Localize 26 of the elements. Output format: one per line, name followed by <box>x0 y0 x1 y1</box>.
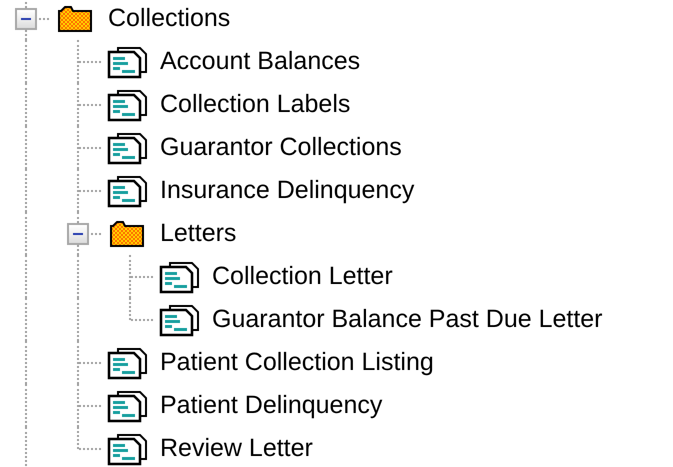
tree-item[interactable]: Collections <box>108 4 230 33</box>
tree-item[interactable]: Guarantor Balance Past Due Letter <box>212 305 603 334</box>
expand-button[interactable] <box>15 8 37 30</box>
tree-item[interactable]: Insurance Delinquency <box>160 176 414 205</box>
document-icon <box>106 44 148 78</box>
document-icon <box>106 388 148 422</box>
document-icon <box>106 88 148 122</box>
document-icon <box>106 432 148 466</box>
tree-item[interactable]: Letters <box>160 219 236 248</box>
tree-item[interactable]: Guarantor Collections <box>160 133 402 162</box>
minus-icon <box>21 18 31 20</box>
document-icon <box>158 302 200 336</box>
document-icon <box>106 130 148 164</box>
folder-icon <box>109 220 145 248</box>
tree-item[interactable]: Patient Delinquency <box>160 391 382 420</box>
tree-item[interactable]: Collection Letter <box>212 262 393 291</box>
tree-item[interactable]: Account Balances <box>160 47 360 76</box>
document-icon <box>158 260 200 294</box>
tree-item[interactable]: Review Letter <box>160 434 313 463</box>
tree-item[interactable]: Patient Collection Listing <box>160 348 434 377</box>
tree-item[interactable]: Collection Labels <box>160 90 350 119</box>
document-icon <box>106 174 148 208</box>
expand-button[interactable] <box>67 222 89 244</box>
document-icon <box>106 346 148 380</box>
folder-icon <box>57 4 93 32</box>
minus-icon <box>73 232 83 234</box>
